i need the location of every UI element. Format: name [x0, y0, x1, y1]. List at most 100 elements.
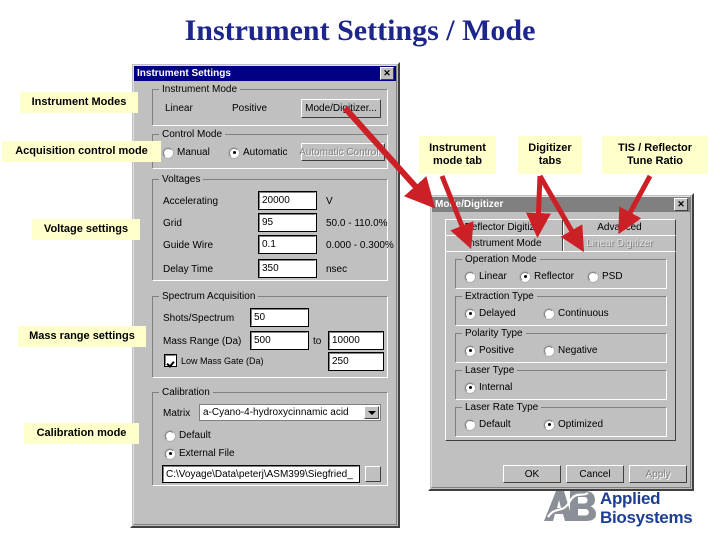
polarity-type-positive-label: Positive	[479, 345, 515, 356]
matrix-select[interactable]: a-Cyano-4-hydroxycinnamic acid	[199, 404, 381, 421]
extraction-type-group-label: Extraction Type	[462, 291, 537, 302]
operation-mode-group: Operation Mode Linear Reflector PSD	[455, 254, 667, 289]
callout-instrument-mode-tab-line1: Instrument	[429, 142, 486, 154]
matrix-label: Matrix	[163, 408, 191, 419]
delay-time-unit: nsec	[326, 264, 348, 275]
checkbox-icon-checked	[164, 354, 177, 367]
mass-range-from-input[interactable]: 500	[250, 331, 309, 350]
mode-digitizer-button[interactable]: Mode/Digitizer...	[301, 99, 381, 118]
control-mode-manual-radio[interactable]: Manual	[163, 147, 210, 158]
ok-button[interactable]: OK	[503, 465, 561, 483]
browse-button[interactable]	[365, 466, 381, 482]
radio-icon	[165, 430, 175, 441]
low-mass-gate-input[interactable]: 250	[328, 352, 384, 371]
laser-type-internal-radio[interactable]: Internal	[465, 382, 512, 393]
tab-linear-digitizer[interactable]: Linear Digitizer	[563, 235, 676, 251]
applied-biosystems-logo: Applied Biosystems	[540, 487, 710, 533]
tab-reflector-digitizer[interactable]: Reflector Digitizer	[445, 219, 563, 235]
polarity-type-group: Polarity Type Positive Negative	[455, 328, 667, 363]
radio-icon	[588, 271, 598, 282]
accelerating-input[interactable]: 20000	[258, 191, 317, 210]
mass-range-to-input[interactable]: 10000	[328, 331, 384, 350]
instrument-mode-group-label: Instrument Mode	[159, 84, 241, 95]
calibration-file-path-input[interactable]: C:\Voyage\Data\peterj\ASM399\Siegfried_	[162, 465, 360, 483]
tab-advanced[interactable]: Advanced	[563, 219, 676, 235]
voltages-group: Voltages Accelerating 20000 V Grid 95 50…	[152, 174, 394, 281]
close-icon[interactable]: ✕	[674, 198, 688, 211]
control-mode-automatic-label: Automatic	[243, 147, 288, 158]
guide-wire-range: 0.000 - 0.300%	[326, 240, 394, 251]
operation-mode-psd-radio[interactable]: PSD	[588, 271, 623, 282]
control-mode-automatic-radio[interactable]: Automatic	[229, 147, 287, 158]
instrument-mode-group: Instrument Mode Linear Positive Mode/Dig…	[152, 84, 388, 126]
shots-per-spectrum-input[interactable]: 50	[250, 308, 309, 327]
radio-icon	[163, 147, 173, 158]
instrument-settings-dialog: Instrument Settings ✕ Instrument Mode Li…	[130, 62, 400, 528]
accelerating-unit: V	[326, 196, 333, 207]
polarity-type-negative-radio[interactable]: Negative	[544, 345, 597, 356]
extraction-type-continuous-radio[interactable]: Continuous	[544, 308, 609, 319]
laser-rate-default-radio[interactable]: Default	[465, 419, 511, 430]
operation-mode-group-label: Operation Mode	[462, 254, 540, 265]
delay-time-input[interactable]: 350	[258, 259, 317, 278]
mode-digitizer-titlebar[interactable]: Mode/Digitizer ✕	[432, 197, 690, 212]
laser-rate-optimized-label: Optimized	[558, 419, 604, 430]
radio-icon	[544, 308, 554, 319]
laser-rate-type-group: Laser Rate Type Default Optimized	[455, 402, 667, 437]
operation-mode-reflector-radio[interactable]: Reflector	[520, 271, 574, 282]
operation-mode-psd-label: PSD	[602, 271, 623, 282]
callout-digitizer-tabs: Digitizer tabs	[518, 136, 582, 174]
callout-mass-range-settings: Mass range settings	[18, 326, 146, 347]
polarity-type-positive-radio[interactable]: Positive	[465, 345, 514, 356]
callout-digitizer-tabs-line1: Digitizer	[528, 142, 572, 154]
tab-instrument-mode[interactable]: Instrument Mode	[445, 235, 563, 251]
delay-time-label: Delay Time	[163, 264, 214, 275]
shots-per-spectrum-label: Shots/Spectrum	[163, 313, 235, 324]
callout-calibration-mode: Calibration mode	[24, 423, 139, 444]
extraction-type-continuous-label: Continuous	[558, 308, 609, 319]
polarity-type-negative-label: Negative	[558, 345, 598, 356]
apply-button[interactable]: Apply	[629, 465, 687, 483]
automatic-control-button[interactable]: Automatic Control...	[299, 143, 387, 161]
callout-acquisition-control-mode: Acquisition control mode	[2, 141, 161, 162]
radio-icon-selected	[520, 271, 530, 282]
low-mass-gate-checkbox[interactable]: Low Mass Gate (Da)	[164, 354, 264, 367]
voltages-group-label: Voltages	[159, 174, 204, 185]
logo-wordmark: Applied Biosystems	[600, 489, 693, 527]
extraction-type-delayed-radio[interactable]: Delayed	[465, 308, 516, 319]
callout-instrument-modes: Instrument Modes	[20, 92, 138, 113]
radio-icon-selected	[165, 448, 175, 459]
cancel-button[interactable]: Cancel	[566, 465, 624, 483]
polarity-type-group-label: Polarity Type	[462, 328, 526, 339]
laser-rate-default-label: Default	[479, 419, 511, 430]
instrument-polarity-value: Positive	[232, 103, 268, 114]
guide-wire-input[interactable]: 0.1	[258, 235, 317, 254]
callout-tis-reflector-line1: TIS / Reflector	[618, 142, 692, 154]
calibration-external-file-label: External File	[179, 448, 235, 459]
logo-line1: Applied	[600, 489, 661, 508]
laser-type-group: Laser Type Internal	[455, 365, 667, 400]
grid-range: 50.0 - 110.0%	[326, 218, 388, 229]
radio-icon	[544, 345, 554, 356]
mass-range-label: Mass Range (Da)	[163, 336, 242, 347]
logo-line2: Biosystems	[600, 508, 693, 527]
operation-mode-linear-radio[interactable]: Linear	[465, 271, 507, 282]
mode-digitizer-title: Mode/Digitizer	[435, 199, 504, 210]
grid-input[interactable]: 95	[258, 213, 317, 232]
ab-mark-icon	[544, 491, 596, 521]
close-icon[interactable]: ✕	[380, 67, 394, 80]
calibration-external-file-radio[interactable]: External File	[165, 448, 235, 459]
callout-instrument-mode-tab-line2: mode tab	[433, 155, 482, 167]
calibration-default-radio[interactable]: Default	[165, 430, 211, 441]
radio-icon	[465, 419, 475, 430]
laser-rate-optimized-radio[interactable]: Optimized	[544, 419, 603, 430]
radio-icon-selected	[465, 308, 475, 319]
radio-icon-selected	[229, 147, 239, 158]
calibration-default-label: Default	[179, 430, 211, 441]
radio-icon-selected	[465, 345, 475, 356]
callout-digitizer-tabs-line2: tabs	[538, 155, 562, 167]
calibration-group-label: Calibration	[159, 387, 213, 398]
laser-type-internal-label: Internal	[479, 382, 513, 393]
instrument-settings-titlebar[interactable]: Instrument Settings ✕	[134, 66, 396, 81]
chevron-down-icon[interactable]	[364, 406, 379, 419]
